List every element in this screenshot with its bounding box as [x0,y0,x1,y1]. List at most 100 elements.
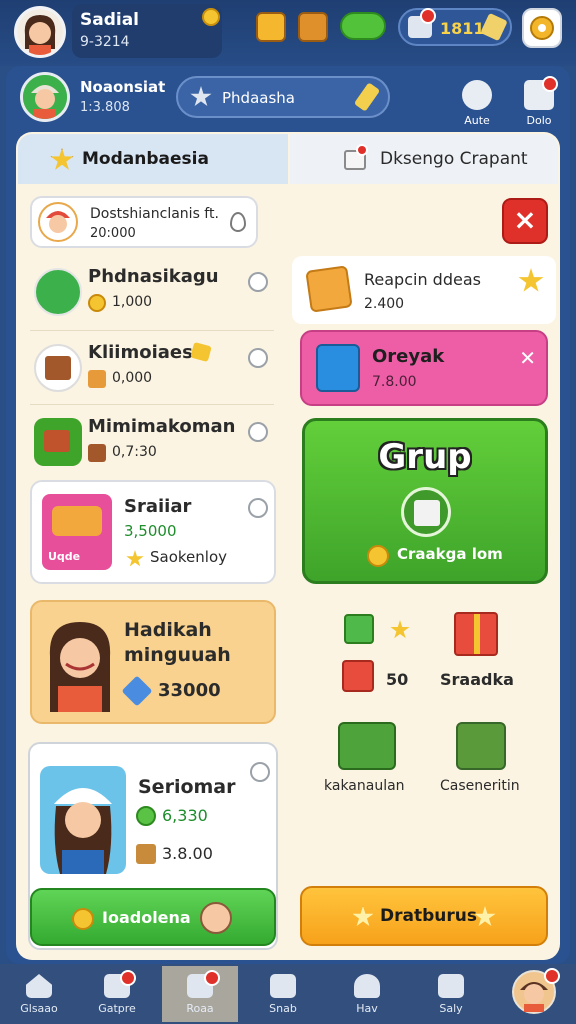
close-icon[interactable]: ✕ [519,346,536,370]
cabinet-icon[interactable] [456,722,506,770]
card-value-secondary: 3.8.00 [162,844,213,863]
gift-box-icon[interactable] [344,614,374,644]
notification-dot-icon [356,144,368,156]
chest-icon [34,344,82,392]
group-title: Grup [378,437,472,477]
nav-item-snab[interactable]: Snab [248,966,318,1022]
orange-action-button[interactable]: Dratburus [300,886,548,946]
item-card-sraiiar[interactable]: Uqde Sraiiar 3,5000 Saokenloy [30,480,276,584]
coin-icon [72,908,94,930]
settings-button[interactable] [522,8,562,48]
tab-dksengo[interactable]: Dksengo Crapant [290,134,558,184]
notification-dot-icon [544,968,560,984]
radio-button[interactable] [248,498,268,518]
card-value: 2.400 [364,296,405,312]
star-icon [126,550,144,567]
cash-icon[interactable] [340,12,386,40]
profile-number: 1:3.808 [80,100,130,115]
card-badge: Uqde [48,550,81,563]
mini-info-card[interactable]: Dostshianclanis ft. 20:000 [30,196,258,248]
gift-count: 50 [386,670,409,689]
profile-avatar[interactable] [20,72,70,122]
avatar-boy-icon [34,268,82,316]
card-title: Seriomar [138,776,236,798]
tab-label: Modanbaesia [82,149,209,169]
treasure-icon[interactable] [256,12,286,42]
card-value: 6,330 [162,806,208,825]
nav-item-roaa[interactable]: Roaa [162,966,238,1022]
avatar-girl-icon [40,766,126,874]
top-avatar[interactable] [14,6,66,58]
item-card-oreyak[interactable]: Oreyak 7.8.00 ✕ [300,330,548,406]
nav-item-hav[interactable]: Hav [332,966,402,1022]
profile-name: Noaonsiat [80,78,166,96]
nav-label: Roaa [186,1002,214,1015]
tab-label: Dksengo Crapant [380,149,528,169]
home-icon [26,974,52,998]
flag-icon [270,974,296,998]
mini-card-value: 20:000 [90,226,136,241]
card-title: Oreyak [372,346,445,367]
currency-pill[interactable]: 1811 [398,8,512,46]
close-button[interactable]: × [502,198,548,244]
list-item-value: 0,7:30 [112,444,157,460]
nav-item-saly[interactable]: Saly [416,966,486,1022]
avatar-boy-icon [23,75,67,119]
gift-box-icon[interactable] [454,612,498,656]
currency-value: 1811 [440,19,485,38]
avatar-girl-icon [49,622,111,712]
coin-icon [367,545,389,567]
orange-button-label: Dratburus [380,906,477,926]
tab-modanbaesia[interactable]: Modanbaesia [18,134,288,184]
radio-button[interactable] [250,762,270,782]
nav-label: Hav [356,1002,378,1015]
star-icon [518,268,544,292]
close-icon: × [513,203,537,236]
crate-icon[interactable] [298,12,328,42]
nav-item-home[interactable]: Glsaao [4,966,74,1022]
nav-item-gatpre[interactable]: Gatpre [82,966,152,1022]
radio-button[interactable] [248,272,268,292]
notification-dot-icon [204,970,220,986]
search-bar[interactable]: Phdaasha [176,76,390,118]
radio-button[interactable] [248,422,268,442]
mini-card-title: Dostshianclanis ft. [90,206,219,222]
auto-label: Aute [464,114,490,127]
item-card-hadikah[interactable]: Hadikah minguuah 33000 [30,600,276,724]
notification-dot-icon [120,970,136,986]
chest-icon [34,418,82,466]
divider [30,330,274,331]
notification-dot-icon [420,8,436,24]
auto-button[interactable]: Aute [456,80,498,127]
group-card[interactable]: Grup Craakga lom [302,418,548,584]
avatar-boy-icon [38,202,78,242]
cash-icon [136,806,156,826]
top-user-card[interactable]: Sadial 9-3214 [72,4,222,58]
crate-icon [136,844,156,864]
card-title: Hadikah minguuah [124,619,231,666]
machine-icon: Uqde [42,494,112,570]
card-title: Sraiiar [124,496,192,517]
puzzle-icon [88,370,106,388]
list-item[interactable]: Mimimakoman 0,7:30 [30,406,274,478]
nav-label: Saly [439,1002,463,1015]
star-icon [352,906,374,927]
chest-icon[interactable] [338,722,396,770]
star-icon [190,86,212,107]
avatar-girl-icon [17,9,63,55]
item-card-reapcin[interactable]: Reapcin ddeas 2.400 [292,256,556,324]
box-icon [401,487,451,537]
notification-dot-icon [542,76,558,92]
diamond-icon [121,675,153,707]
nav-label: Glsaao [20,1002,58,1015]
list-item-title: Kliimoiaest [88,342,202,363]
face-icon [200,902,232,934]
card-icon [438,974,464,998]
green-action-button[interactable]: Ioadolena [30,888,276,946]
radio-button[interactable] [248,348,268,368]
pencil-icon [353,82,381,112]
search-label: Phdaasha [222,89,295,107]
list-item[interactable]: Kliimoiaest 0,000 [30,332,274,404]
gift-box-icon[interactable] [342,660,374,692]
list-item[interactable]: Phdnasikagu 1,000 [30,256,274,328]
